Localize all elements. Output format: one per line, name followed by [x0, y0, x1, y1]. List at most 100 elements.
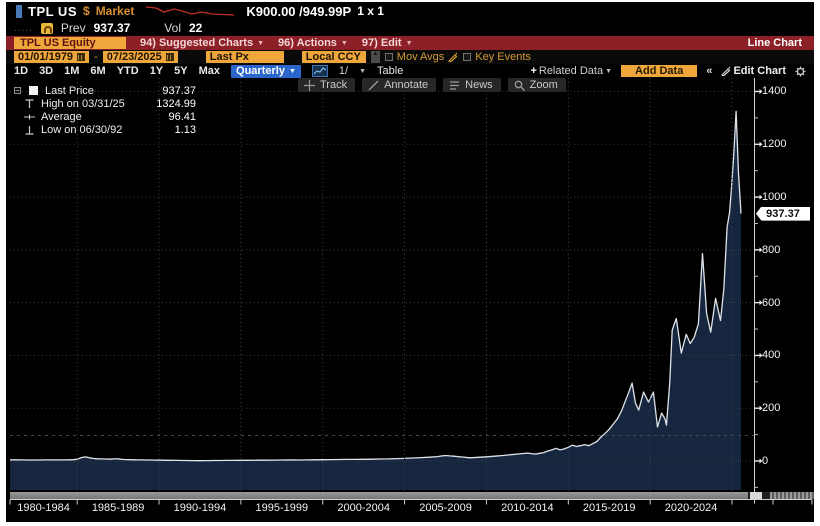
- ticker-color-chip: [16, 5, 22, 18]
- gear-icon[interactable]: [795, 66, 806, 77]
- prev-label: Prev: [61, 21, 86, 35]
- collapse-panel-button[interactable]: «: [706, 65, 712, 77]
- zoom-button[interactable]: Zoom: [508, 78, 566, 92]
- crosshair-icon: [304, 80, 315, 91]
- chevron-down-icon: ▼: [341, 40, 348, 47]
- key-events-toggle[interactable]: Key Events: [463, 51, 531, 63]
- price-field-select[interactable]: Last Px: [206, 51, 284, 63]
- plus-icon: +: [530, 65, 536, 77]
- y-axis-tick-label: 1400: [762, 85, 806, 97]
- y-axis-tick-label: 1200: [762, 138, 806, 150]
- y-axis-tick-label: 200: [762, 402, 806, 414]
- frequency-dropdown[interactable]: Quarterly ▼: [231, 65, 301, 78]
- volume-value: 22: [189, 21, 202, 35]
- x-axis-band-label: 2010-2014: [489, 502, 565, 514]
- date-to-value: 07/23/2025: [107, 51, 162, 63]
- track-label: Track: [320, 79, 347, 91]
- last-price-axis-tag: 937.37: [756, 207, 810, 221]
- frequency-value: Quarterly: [236, 65, 285, 78]
- menu-actions-label: 96) Actions: [278, 37, 337, 49]
- currency-select[interactable]: Local CCY: [302, 51, 366, 63]
- x-axis-band-label: 1990-1994: [162, 502, 238, 514]
- legend-row-average[interactable]: Average 96.41: [14, 110, 196, 123]
- period-ytd[interactable]: YTD: [117, 65, 139, 77]
- y-axis-tick-label: 1000: [762, 191, 806, 203]
- related-data-button[interactable]: + Related Data ▼: [530, 65, 612, 77]
- currency-spinner[interactable]: ▲: [371, 51, 380, 63]
- date-to-input[interactable]: 07/23/2025: [103, 51, 178, 63]
- pencil-icon: [721, 66, 731, 76]
- alert-icon[interactable]: [41, 23, 53, 34]
- menu-actions[interactable]: 96) Actions ▼: [278, 37, 348, 49]
- toolbar-right-group: + Related Data ▼ Add Data « Edit Chart: [530, 65, 806, 77]
- period-max[interactable]: Max: [199, 65, 220, 77]
- menu-edit-label: 97) Edit: [362, 37, 402, 49]
- pencil-icon[interactable]: [448, 52, 458, 62]
- chart-scrollbar-right-control[interactable]: [770, 492, 814, 499]
- magnifier-icon: [514, 80, 525, 91]
- edit-chart-button[interactable]: Edit Chart: [721, 65, 786, 77]
- chart-scrollbar-cap[interactable]: [750, 492, 762, 499]
- date-from-input[interactable]: 01/01/1979: [14, 51, 89, 63]
- security-field[interactable]: TPL US Equity: [14, 37, 126, 49]
- mov-avgs-toggle[interactable]: Mov Avgs: [385, 51, 459, 63]
- period-6m[interactable]: 6M: [90, 65, 105, 77]
- security-count-button[interactable]: 1/: [339, 65, 348, 77]
- legend-high-label: High on 03/31/25: [41, 98, 125, 110]
- chart-scrollbar-track[interactable]: [10, 492, 812, 499]
- period-5y[interactable]: 5Y: [174, 65, 187, 77]
- table-button[interactable]: Table: [377, 65, 403, 77]
- x-axis-band-label: 2015-2019: [571, 502, 647, 514]
- legend-row-low[interactable]: Low on 06/30/92 1.13: [14, 123, 196, 136]
- y-axis-tick-label: 0: [762, 455, 806, 467]
- legend-row-high[interactable]: High on 03/31/25 1324.99: [14, 97, 196, 110]
- legend-collapse-icon[interactable]: −: [14, 87, 21, 94]
- menu-suggested-charts-label: 94) Suggested Charts: [140, 37, 253, 49]
- x-axis-band-label: 1985-1989: [80, 502, 156, 514]
- line-chart-icon: [314, 67, 326, 75]
- currency-symbol: $: [83, 4, 90, 18]
- period-1d[interactable]: 1D: [14, 65, 28, 77]
- chart-settings-toolbar: 01/01/1979 - 07/23/2025 Last Px Local CC…: [6, 50, 814, 64]
- news-button[interactable]: News: [443, 78, 501, 92]
- add-data-button[interactable]: Add Data: [621, 65, 697, 77]
- more-options-caret[interactable]: ▼: [359, 68, 366, 75]
- high-tick-icon: [23, 99, 36, 109]
- period-3d[interactable]: 3D: [39, 65, 53, 77]
- ticker-symbol: TPL US: [28, 4, 77, 19]
- period-1y[interactable]: 1Y: [150, 65, 163, 77]
- menu-suggested-charts[interactable]: 94) Suggested Charts ▼: [140, 37, 264, 49]
- chevron-down-icon: ▼: [257, 40, 264, 47]
- volume-label: Vol: [164, 21, 181, 35]
- chart-scrollbar-handle[interactable]: [10, 492, 748, 499]
- menu-edit[interactable]: 97) Edit ▼: [362, 37, 413, 49]
- prev-value: 937.37: [94, 21, 131, 35]
- calendar-icon[interactable]: [77, 53, 85, 61]
- key-events-label: Key Events: [475, 51, 531, 63]
- mov-avgs-label: Mov Avgs: [397, 51, 445, 63]
- chart-type-button[interactable]: [312, 65, 328, 77]
- chevron-down-icon: ▼: [289, 65, 296, 78]
- chart-overlay-buttons: Track Annotate News Zoom: [298, 78, 566, 92]
- news-label: News: [465, 79, 493, 91]
- period-1m[interactable]: 1M: [64, 65, 79, 77]
- price-chart-canvas[interactable]: [6, 78, 814, 522]
- date-range-dash: -: [94, 51, 98, 63]
- track-button[interactable]: Track: [298, 78, 355, 92]
- last-price-swatch: [27, 86, 40, 95]
- currency-value: Local CCY: [306, 51, 361, 63]
- key-events-checkbox[interactable]: [463, 53, 471, 61]
- annotate-label: Annotate: [384, 79, 428, 91]
- period-toolbar: 1D 3D 1M 6M YTD 1Y 5Y Max Quarterly ▼ 1/…: [6, 64, 814, 78]
- annotate-button[interactable]: Annotate: [362, 78, 436, 92]
- x-axis-band-label: 1980-1984: [6, 502, 82, 514]
- market-label: Market: [96, 4, 135, 18]
- price-chart-area[interactable]: Track Annotate News Zoom: [6, 78, 814, 522]
- mov-avgs-checkbox[interactable]: [385, 53, 393, 61]
- low-tick-icon: [23, 125, 36, 135]
- legend-row-last-price[interactable]: − Last Price 937.37: [14, 84, 196, 97]
- calendar-icon[interactable]: [166, 53, 174, 61]
- legend-low-value: 1.13: [175, 124, 196, 136]
- pencil-icon: [368, 80, 379, 91]
- security-count-value: 1/: [339, 65, 348, 77]
